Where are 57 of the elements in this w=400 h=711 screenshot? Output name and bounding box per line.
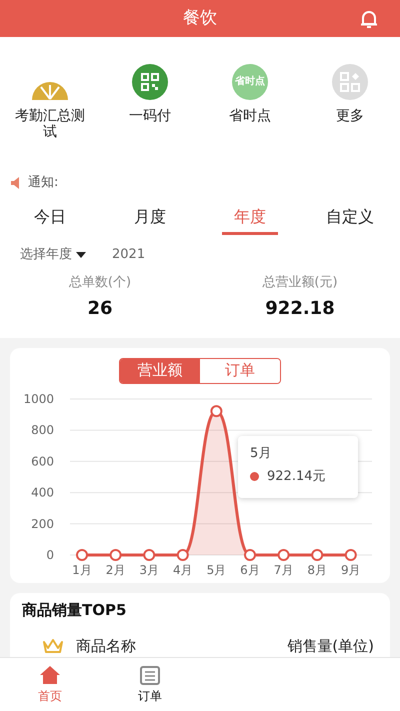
axis-tick-label: 600 [31,454,54,468]
shortcut-label[interactable]: 更多 [310,108,390,124]
data-point [143,548,156,560]
data-point [76,548,88,560]
data-point [110,548,122,560]
home-icon [39,664,61,684]
period-tab[interactable]: 今日 [22,201,78,235]
grid-icon [332,64,368,100]
axis-tick-label: 200 [31,516,54,530]
stat-value: 922.18 [265,296,335,320]
chart-toggle-tab[interactable]: 营业额 [120,358,200,382]
data-point [311,548,324,560]
stat-label: 总营业额(元) [262,274,338,292]
axis-tick-label: 6月 [240,562,260,576]
axis-tick-label: 0 [46,548,54,562]
axis-tick-label: 7月 [274,562,294,576]
axis-tick-label: 1000 [23,392,54,406]
shortcut-label[interactable]: 考勤汇总测试 [10,108,90,140]
period-tab[interactable]: 年度 [222,201,278,235]
app-logo-icon: 省时点 [232,64,268,100]
qr-code-icon [132,64,168,100]
axis-tick-label: 9月 [340,562,361,576]
ginkgo-leaf-icon [32,82,68,100]
caret-icon [76,252,86,258]
axis-tick-label: 800 [31,422,54,437]
data-point [244,548,256,560]
shortcut-label[interactable]: 一码付 [110,108,190,124]
page-title: 餐饮 [183,6,217,30]
column-header: 商品名称 [76,636,136,657]
column-header: 销售量(单位) [287,636,374,657]
axis-tick-label: 3月 [139,562,160,576]
bell-icon[interactable] [360,9,378,29]
year-value: 2021 [112,246,146,264]
notice-label: 通知: [28,174,58,192]
axis-tick-label: 400 [31,485,54,500]
period-tab[interactable]: 自定义 [314,201,386,235]
shortcut-label[interactable]: 省时点 [210,108,290,124]
tooltip-title: 5月 [250,444,272,462]
axis-tick-label: 8月 [307,562,328,576]
data-point [344,548,357,560]
period-tab[interactable]: 月度 [122,201,178,235]
data-point [176,548,189,560]
axis-tick-label: 1月 [72,562,92,576]
section-title: 商品销量TOP5 [22,600,128,620]
tooltip-value: 922.14元 [267,468,326,486]
list-icon [139,664,161,684]
stat-label: 总单数(个) [68,274,132,292]
bottom-tab[interactable]: 订单 [100,658,200,711]
bottom-tab[interactable]: 首页 [0,658,100,711]
crown-icon [42,638,64,654]
data-point [210,404,222,417]
axis-tick-label: 5月 [206,562,226,576]
data-point [278,548,290,560]
axis-tick-label: 4月 [172,562,193,576]
year-dropdown[interactable]: 选择年度 [20,245,86,265]
axis-tick-label: 2月 [106,562,126,576]
stat-value: 26 [87,296,113,320]
